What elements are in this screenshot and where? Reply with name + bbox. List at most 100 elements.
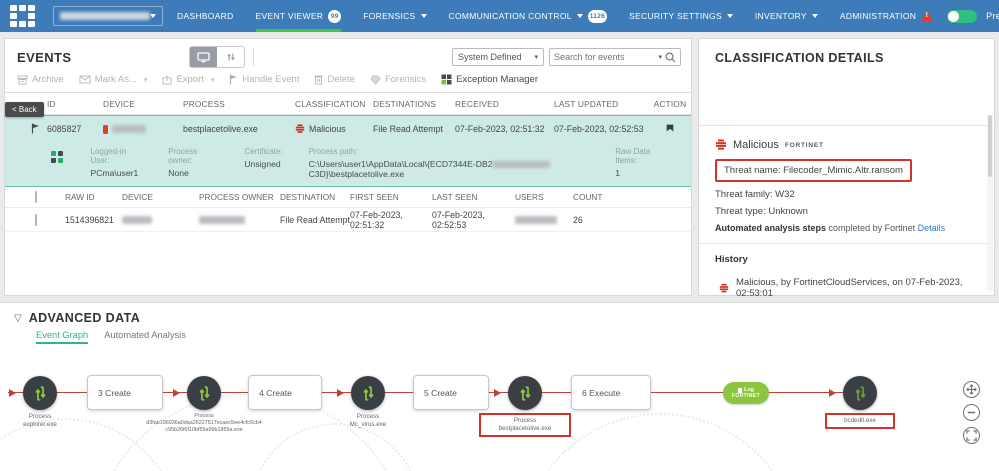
col-device[interactable]: DEVICE (103, 99, 183, 109)
exception-manager-button[interactable]: Exception Manager (441, 74, 538, 85)
search-icon[interactable] (665, 51, 676, 63)
prevention-toggle[interactable] (947, 9, 978, 23)
raw-data-grid-icon[interactable] (51, 151, 63, 179)
malicious-icon (295, 124, 305, 133)
event-count-badge: 99 (328, 9, 342, 23)
advanced-data-title: ADVANCED DATA (28, 311, 141, 325)
back-button[interactable]: < Back (5, 102, 44, 117)
zoom-out-button[interactable] (963, 404, 980, 421)
scrollbar[interactable] (987, 115, 993, 291)
nav-items: DASHBOARD EVENT VIEWER 99 FORENSICS COMM… (177, 9, 934, 32)
top-nav: DASHBOARD EVENT VIEWER 99 FORENSICS COMM… (0, 0, 999, 32)
graph-node-bestplacetolive[interactable]: Process bestplacetolive.exe (479, 376, 571, 437)
gem-icon (370, 75, 381, 85)
fit-to-screen-button[interactable] (963, 427, 980, 444)
collapse-triangle-icon[interactable]: ▽ (14, 313, 22, 324)
envelope-icon (79, 75, 91, 84)
event-last-updated: 07-Feb-2023, 02:52:53 (554, 124, 644, 134)
event-id: 6085827 (47, 124, 82, 134)
event-row[interactable]: 6085827 bestplacetolive.exe Malicious Fi… (5, 116, 691, 142)
threat-name-highlighted: Threat name: Filecoder_Mimic.Altr.ransom (715, 159, 912, 182)
process-icon (855, 385, 865, 401)
col-last-seen[interactable]: LAST SEEN (432, 192, 515, 202)
device-view-button[interactable] (190, 47, 218, 67)
col-destinations[interactable]: DESTINATIONS (373, 99, 455, 109)
fortinet-log-badge[interactable]: Log FORTINET (723, 382, 769, 404)
col-raw-id[interactable]: RAW ID (65, 192, 122, 202)
arrowhead-icon (173, 388, 180, 397)
graph-node-mc-virus[interactable]: Process Mc_virus.exe (350, 376, 386, 429)
process-view-button[interactable] (217, 47, 245, 67)
nav-forensics[interactable]: FORENSICS (363, 11, 427, 21)
node-label: Process d3fab196936a0daa26227517ecaec5ee4… (146, 413, 262, 433)
nav-event-viewer[interactable]: EVENT VIEWER 99 (255, 9, 342, 32)
col-destination[interactable]: DESTINATION (280, 192, 350, 202)
col-last-updated[interactable]: LAST UPDATED (554, 99, 653, 109)
organization-selector[interactable] (53, 6, 163, 26)
graph-node-bcdedit[interactable]: bcdedit.exe (825, 376, 895, 429)
raw-data-row[interactable]: 1514396821 File Read Attempt 07-Feb-2023… (5, 208, 691, 232)
col-users[interactable]: USERS (515, 192, 573, 202)
tab-event-graph[interactable]: Event Graph (36, 330, 89, 344)
raw-first-seen: 07-Feb-2023, 02:51:32 (350, 209, 403, 230)
mark-as-button[interactable]: Mark As... ▾ (79, 74, 148, 85)
nav-communication-control[interactable]: COMMUNICATION CONTROL 1126 (449, 9, 608, 23)
search-box: ▾ (549, 48, 681, 66)
automated-analysis-line: Automated analysis steps completed by Fo… (715, 223, 946, 233)
col-count[interactable]: COUNT (573, 192, 613, 202)
col-process-owner[interactable]: PROCESS OWNER (199, 192, 280, 202)
view-toggle (189, 46, 246, 68)
search-input[interactable] (554, 52, 656, 62)
fortiedr-console: DASHBOARD EVENT VIEWER 99 FORENSICS COMM… (0, 0, 999, 471)
nav-security-settings[interactable]: SECURITY SETTINGS (629, 11, 733, 21)
graph-node-hash-process[interactable]: Process d3fab196936a0daa26227517ecaec5ee4… (146, 376, 262, 433)
details-link[interactable]: Details (918, 223, 946, 233)
chevron-down-icon (150, 14, 156, 18)
events-table: < Back ID DEVICE PROCESS CLASSIFICATION … (5, 92, 691, 232)
divider (699, 243, 994, 244)
row-checkbox[interactable] (35, 213, 37, 226)
col-process[interactable]: PROCESS (183, 99, 295, 109)
col-classification[interactable]: CLASSIFICATION (295, 99, 373, 109)
forensics-button[interactable]: Forensics (370, 74, 426, 85)
mode-selector[interactable]: Prevention (986, 11, 999, 21)
handle-event-button[interactable]: Handle Event (229, 74, 299, 85)
move-icon (966, 384, 977, 395)
arrowhead-icon (337, 388, 344, 397)
nav-administration[interactable]: ADMINISTRATION (840, 11, 934, 21)
advanced-data-section: ▽ ADVANCED DATA Event Graph Automated An… (0, 302, 999, 471)
document-icon (737, 387, 742, 393)
graph-node-explorer[interactable]: Process explorer.exe (23, 376, 57, 429)
raw-users (515, 215, 573, 225)
tab-automated-analysis[interactable]: Automated Analysis (104, 330, 186, 344)
arrowhead-icon (494, 388, 501, 397)
verdict-label: Malicious (733, 139, 779, 151)
col-received[interactable]: RECEIVED (455, 99, 554, 109)
delete-button[interactable]: Delete (314, 74, 355, 85)
fortinet-logo-icon (10, 5, 35, 27)
classification-panel: CLASSIFICATION DETAILS Malicious FORTINE… (698, 38, 995, 299)
nav-inventory[interactable]: INVENTORY (755, 11, 818, 21)
archive-button[interactable]: Archive (17, 74, 64, 85)
chevron-down-icon: ▾ (143, 76, 148, 84)
path-redacted (492, 161, 551, 169)
select-all-checkbox[interactable] (35, 191, 37, 203)
nav-dashboard[interactable]: DASHBOARD (177, 11, 234, 21)
export-button[interactable]: Export ▾ (162, 74, 214, 85)
col-id[interactable]: ID (47, 99, 103, 109)
chevron-down-icon (726, 14, 733, 18)
event-action (653, 123, 687, 135)
graph-step-4-create: 4 Create (248, 375, 322, 410)
col-raw-device[interactable]: DEVICE (122, 192, 199, 202)
graph-step-5-create: 5 Create (413, 375, 489, 410)
graph-step-3-create: 3 Create (87, 375, 163, 410)
process-icon (35, 385, 45, 401)
col-action: ACTION (653, 98, 687, 109)
comm-count-badge: 1126 (587, 9, 608, 23)
monitor-icon (197, 51, 211, 62)
process-icon (363, 385, 373, 401)
col-first-seen[interactable]: FIRST SEEN (350, 192, 432, 202)
pan-control-button[interactable] (963, 381, 980, 398)
filter-select[interactable]: System Defined ▾ (452, 48, 544, 66)
threat-family: Threat family: W32 (715, 189, 795, 200)
